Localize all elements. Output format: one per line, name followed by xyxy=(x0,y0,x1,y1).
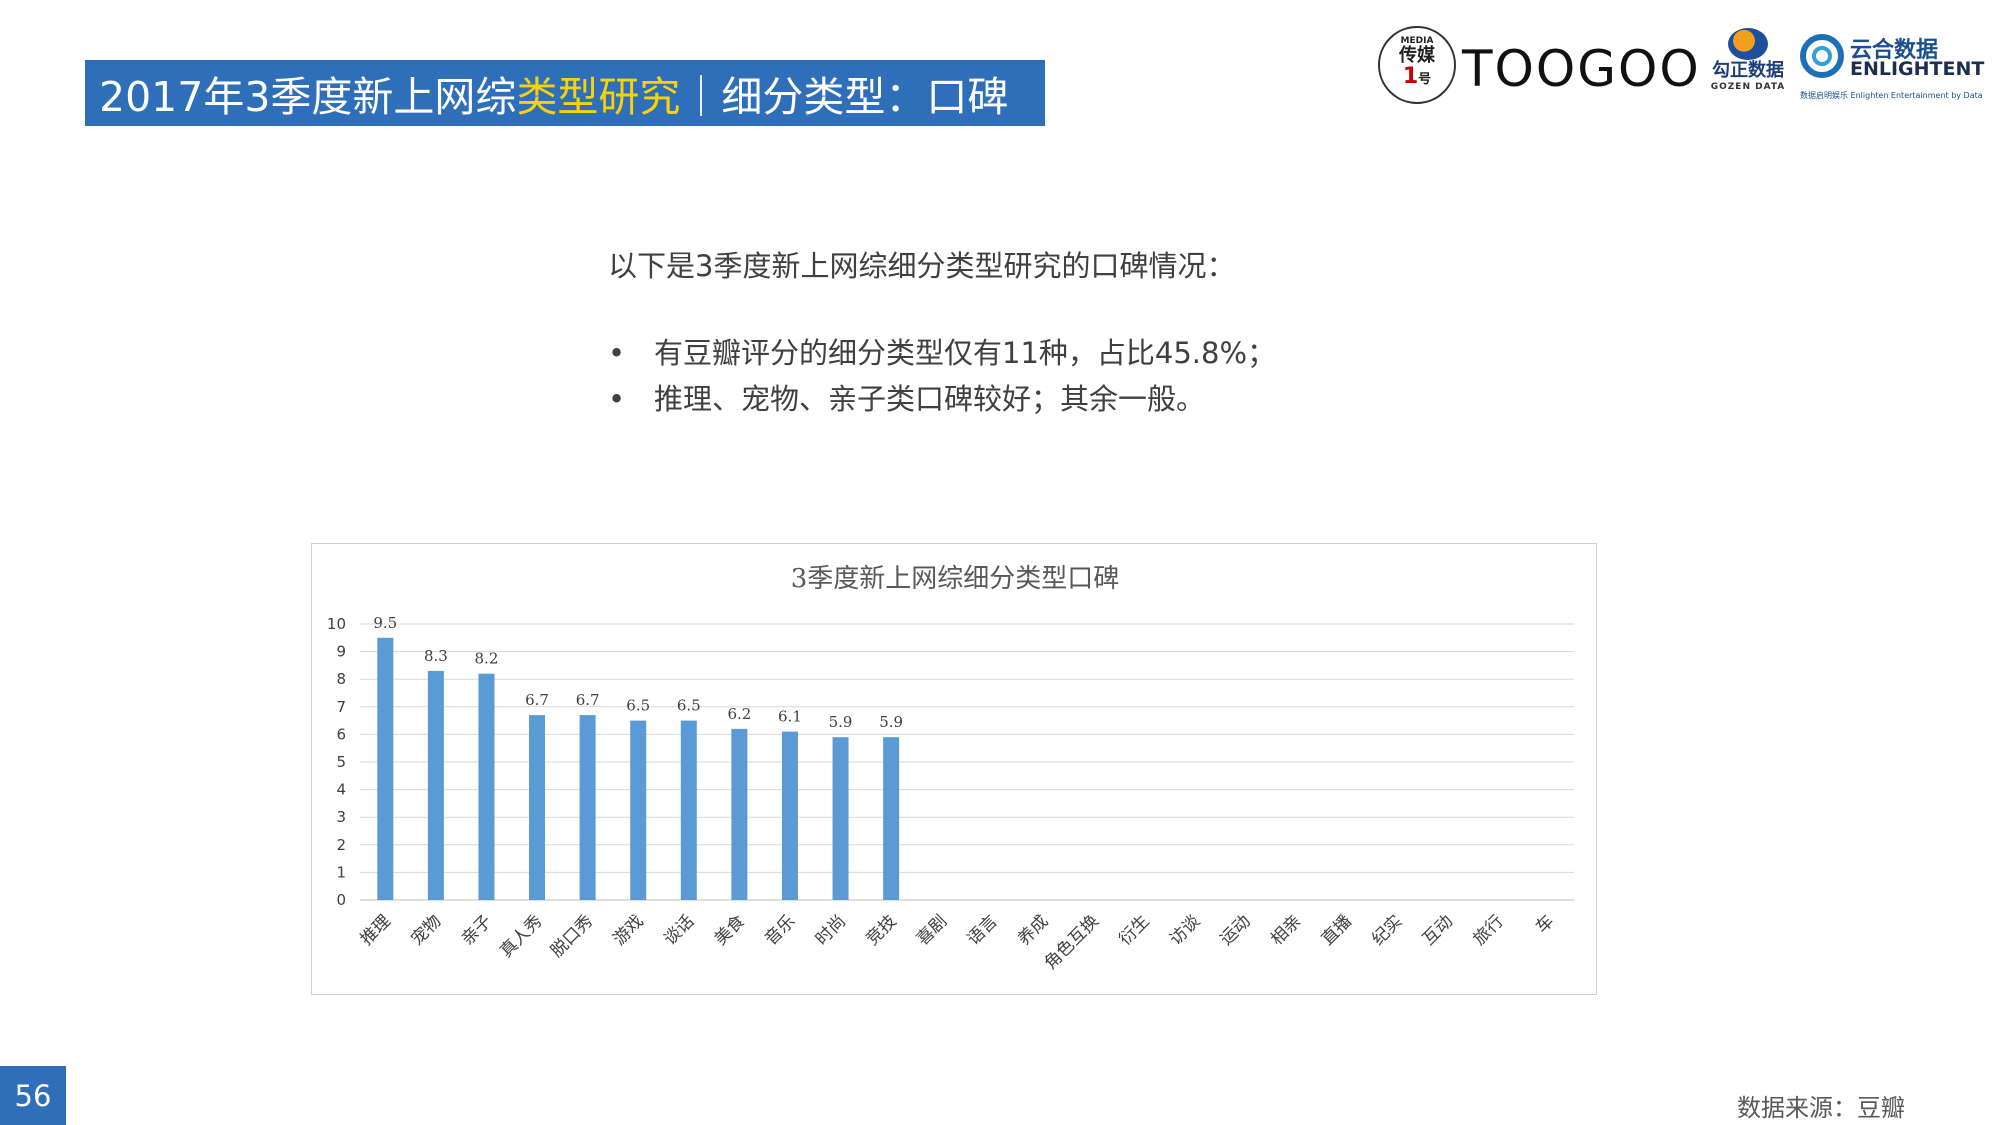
bar xyxy=(680,720,697,900)
category-label: 竞技 xyxy=(862,911,900,949)
bar xyxy=(579,715,596,900)
gozen-mark-icon xyxy=(1728,28,1768,60)
intro-text: 以下是3季度新上网综细分类型研究的口碑情况： xyxy=(608,249,1236,283)
category-label: 直播 xyxy=(1318,911,1356,949)
y-tick-label: 5 xyxy=(336,753,346,771)
bar xyxy=(832,737,849,900)
bar xyxy=(529,715,546,900)
gozen-logo-cn: 勾正数据 xyxy=(1712,60,1784,81)
category-label: 推理 xyxy=(357,911,395,949)
rating-bar-chart: 3季度新上网综细分类型口碑 0 1 2 3 4 5 6 7 8 9 10 9.5 推理 8.3 宠物 8.2 亲子… xyxy=(311,543,1597,995)
toogoo-logo: TOOGOO xyxy=(1462,40,1701,98)
data-label: 9.5 xyxy=(373,614,397,632)
category-label: 宠物 xyxy=(407,911,445,949)
page-title-part2: ｜细分类型：口碑 xyxy=(680,73,1009,121)
media-no1-logo: MEDIA 传媒 1号 xyxy=(1378,26,1456,104)
category-label: 相亲 xyxy=(1267,911,1305,949)
data-label: 6.7 xyxy=(525,691,549,709)
category-label: 互动 xyxy=(1419,911,1457,949)
y-tick-label: 7 xyxy=(336,698,346,716)
chart-canvas: 3季度新上网综细分类型口碑 0 1 2 3 4 5 6 7 8 9 10 9.5 推理 8.3 宠物 8.2 亲子… xyxy=(327,564,1574,974)
category-label: 真人秀 xyxy=(496,911,546,961)
partner-logos: MEDIA 传媒 1号 TOOGOO 勾正数据 GOZEN DATA 云合数据 … xyxy=(1378,22,1988,108)
y-tick-label: 8 xyxy=(336,670,346,688)
gozen-data-logo: 勾正数据 GOZEN DATA xyxy=(1704,28,1792,104)
gozen-logo-en: GOZEN DATA xyxy=(1710,82,1786,92)
category-label: 养成 xyxy=(1014,911,1052,949)
category-label: 美食 xyxy=(711,911,749,949)
bullet-text: 有豆瓣评分的细分类型仅有11种，占比45.8%； xyxy=(654,336,1277,370)
media-logo-main: 传媒 xyxy=(1399,45,1435,66)
category-label: 喜剧 xyxy=(913,911,951,949)
category-label: 语言 xyxy=(964,911,1002,949)
page-title-bar: 2017年3季度新上网综 类型研究 ｜细分类型：口碑 xyxy=(85,60,1045,126)
bullet-text: 推理、宠物、亲子类口碑较好；其余一般。 xyxy=(654,382,1206,416)
enlightent-mark-icon xyxy=(1800,34,1844,78)
category-label: 车 xyxy=(1532,911,1558,937)
data-label: 8.2 xyxy=(475,650,499,668)
bar xyxy=(883,737,900,900)
chart-title: 3季度新上网综细分类型口碑 xyxy=(791,564,1120,594)
data-label: 6.5 xyxy=(626,697,650,715)
data-label: 6.2 xyxy=(727,705,751,723)
y-tick-label: 2 xyxy=(336,836,346,854)
y-tick-label: 6 xyxy=(336,725,346,743)
data-source: 数据来源：豆瓣 xyxy=(1737,1094,1905,1122)
bullet-item: • 推理、宠物、亲子类口碑较好；其余一般。 xyxy=(608,376,1276,422)
category-label: 谈话 xyxy=(660,911,698,949)
category-label: 运动 xyxy=(1217,911,1255,949)
page-number: 56 xyxy=(0,1066,66,1125)
category-label: 访谈 xyxy=(1166,911,1204,949)
category-label: 角色互换 xyxy=(1041,911,1103,973)
page-title-part1: 2017年3季度新上网综 xyxy=(99,73,517,121)
category-label: 衍生 xyxy=(1115,911,1153,949)
bullet-list: • 有豆瓣评分的细分类型仅有11种，占比45.8%； • 推理、宠物、亲子类口碑较好… xyxy=(608,330,1276,422)
bar xyxy=(731,728,748,900)
enlightent-logo-sub: 数据启明娱乐 Enlighten Entertainment by Data xyxy=(1800,91,1983,100)
y-tick-label: 10 xyxy=(327,615,346,633)
media-logo-number: 1号 xyxy=(1402,64,1432,89)
category-label: 时尚 xyxy=(812,911,850,949)
enlightent-logo-en: ENLIGHTENT xyxy=(1850,58,1985,80)
data-label: 5.9 xyxy=(829,713,853,731)
data-label: 5.9 xyxy=(879,713,903,731)
y-tick-label: 1 xyxy=(336,863,346,881)
y-tick-label: 3 xyxy=(336,808,346,826)
category-label: 脱口秀 xyxy=(547,911,597,961)
data-label: 6.7 xyxy=(576,691,600,709)
category-label: 纪实 xyxy=(1368,911,1406,949)
bar xyxy=(427,670,444,900)
bullet-marker: • xyxy=(608,382,626,416)
bar xyxy=(781,731,798,900)
category-label: 旅行 xyxy=(1469,911,1507,949)
bar xyxy=(630,720,647,900)
data-label: 6.1 xyxy=(778,708,802,726)
enlightent-logo: 云合数据 ENLIGHTENT 数据启明娱乐 Enlighten Enterta… xyxy=(1800,28,1990,104)
bar xyxy=(377,637,394,900)
bullet-marker: • xyxy=(608,336,626,370)
category-label: 游戏 xyxy=(610,911,648,949)
category-label: 音乐 xyxy=(761,911,799,949)
y-tick-label: 0 xyxy=(336,891,346,909)
data-label: 6.5 xyxy=(677,697,701,715)
data-label: 8.3 xyxy=(424,647,448,665)
bullet-item: • 有豆瓣评分的细分类型仅有11种，占比45.8%； xyxy=(608,330,1276,376)
y-tick-label: 4 xyxy=(336,781,346,799)
category-label: 亲子 xyxy=(458,911,496,949)
bar xyxy=(478,673,495,900)
page-title-highlight: 类型研究 xyxy=(516,73,681,121)
y-tick-label: 9 xyxy=(336,643,346,661)
